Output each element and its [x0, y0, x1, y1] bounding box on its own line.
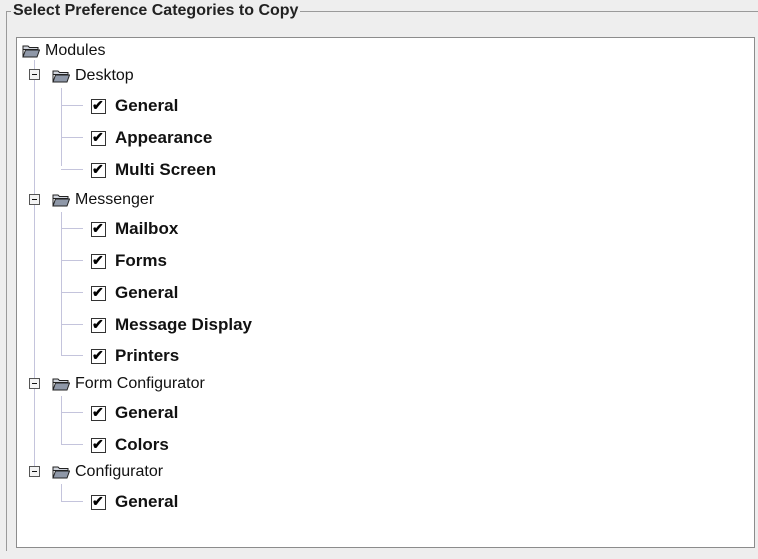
tree-connector — [61, 355, 83, 356]
folder-open-icon — [52, 377, 70, 391]
tree-category-form-configurator[interactable]: Form Configurator — [52, 373, 205, 395]
item-label: Message Display — [115, 315, 253, 334]
tree-connector — [61, 412, 83, 413]
tree-connector — [61, 88, 62, 166]
checkbox[interactable]: ✔ — [91, 346, 106, 364]
check-icon: ✔ — [92, 219, 104, 236]
collapse-configurator-icon[interactable] — [29, 466, 40, 477]
tree-connector — [61, 137, 83, 138]
check-icon: ✔ — [92, 492, 104, 509]
item-label: Printers — [115, 346, 180, 365]
check-icon: ✔ — [92, 96, 104, 113]
tree-item-form-configurator-colors[interactable]: ✔ Colors — [91, 434, 169, 456]
tree-category-messenger[interactable]: Messenger — [52, 189, 154, 211]
folder-open-icon — [52, 69, 70, 83]
group-title: Select Preference Categories to Copy — [11, 2, 301, 20]
tree-connector — [61, 484, 62, 501]
item-label: Colors — [115, 435, 169, 454]
item-label: Multi Screen — [115, 160, 217, 179]
tree-item-desktop-multi-screen[interactable]: ✔ Multi Screen — [91, 159, 216, 181]
tree-connector — [61, 396, 62, 444]
check-icon: ✔ — [92, 403, 104, 420]
checkbox[interactable]: ✔ — [91, 128, 106, 146]
tree-category-desktop[interactable]: Desktop — [52, 65, 134, 87]
checkbox[interactable]: ✔ — [91, 251, 106, 269]
tree-connector — [61, 105, 83, 106]
tree-connector — [61, 444, 83, 445]
item-label: Forms — [115, 251, 167, 270]
tree-connector — [34, 60, 35, 472]
tree-connector — [61, 228, 83, 229]
check-icon: ✔ — [92, 315, 104, 332]
tree-item-messenger-printers[interactable]: ✔ Printers — [91, 345, 179, 367]
tree-connector — [61, 212, 62, 355]
item-label: General — [115, 403, 179, 422]
tree-item-messenger-message-display[interactable]: ✔ Message Display — [91, 314, 252, 336]
tree-connector — [61, 501, 83, 502]
checkbox[interactable]: ✔ — [91, 160, 106, 178]
checkbox[interactable]: ✔ — [91, 219, 106, 237]
tree-connector — [61, 169, 83, 170]
tree-connector — [61, 292, 83, 293]
tree-root-modules[interactable]: Modules — [22, 40, 105, 62]
check-icon: ✔ — [92, 283, 104, 300]
tree-item-desktop-general[interactable]: ✔ General — [91, 95, 178, 117]
item-label: Appearance — [115, 128, 213, 147]
tree-item-desktop-appearance[interactable]: ✔ Appearance — [91, 127, 212, 149]
checkbox[interactable]: ✔ — [91, 435, 106, 453]
check-icon: ✔ — [92, 128, 104, 145]
category-label: Desktop — [75, 67, 134, 84]
check-icon: ✔ — [92, 346, 104, 363]
preference-tree[interactable]: Modules Desktop ✔ General ✔ Appearance ✔… — [16, 37, 755, 548]
checkbox[interactable]: ✔ — [91, 403, 106, 421]
checkbox[interactable]: ✔ — [91, 96, 106, 114]
collapse-messenger-icon[interactable] — [29, 194, 40, 205]
tree-item-form-configurator-general[interactable]: ✔ General — [91, 402, 178, 424]
check-icon: ✔ — [92, 160, 104, 177]
collapse-desktop-icon[interactable] — [29, 69, 40, 80]
tree-root-label: Modules — [45, 42, 106, 59]
item-label: General — [115, 492, 179, 511]
checkbox[interactable]: ✔ — [91, 492, 106, 510]
category-label: Configurator — [75, 463, 164, 480]
item-label: General — [115, 283, 179, 302]
checkbox[interactable]: ✔ — [91, 315, 106, 333]
tree-item-messenger-general[interactable]: ✔ General — [91, 282, 178, 304]
tree-category-configurator[interactable]: Configurator — [52, 461, 163, 483]
checkbox[interactable]: ✔ — [91, 283, 106, 301]
check-icon: ✔ — [92, 251, 104, 268]
tree-item-configurator-general[interactable]: ✔ General — [91, 491, 178, 513]
folder-open-icon — [22, 44, 40, 58]
folder-open-icon — [52, 193, 70, 207]
collapse-form-configurator-icon[interactable] — [29, 378, 40, 389]
item-label: General — [115, 96, 179, 115]
category-label: Form Configurator — [75, 375, 205, 392]
tree-item-messenger-mailbox[interactable]: ✔ Mailbox — [91, 218, 178, 240]
item-label: Mailbox — [115, 219, 179, 238]
tree-connector — [61, 324, 83, 325]
category-label: Messenger — [75, 191, 155, 208]
check-icon: ✔ — [92, 435, 104, 452]
tree-connector — [61, 260, 83, 261]
folder-open-icon — [52, 465, 70, 479]
tree-item-messenger-forms[interactable]: ✔ Forms — [91, 250, 167, 272]
